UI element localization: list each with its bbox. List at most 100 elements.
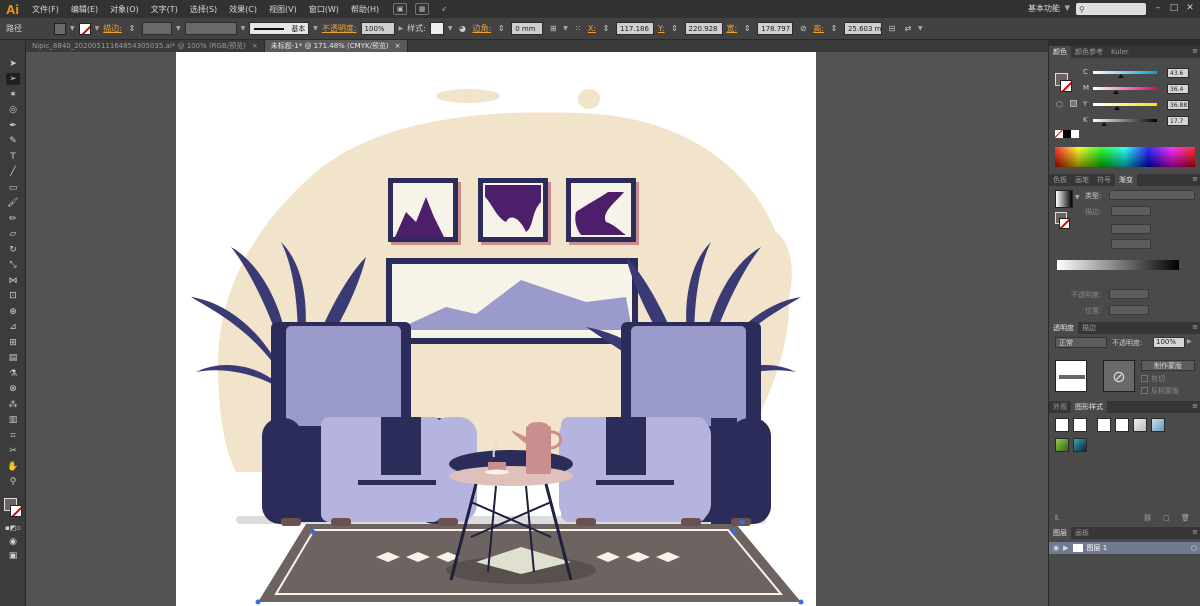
web-safe-swatch[interactable] [1070, 100, 1077, 107]
spinner-icon[interactable]: ⇕ [495, 23, 507, 35]
minimize-icon[interactable]: – [1152, 2, 1164, 14]
out-of-gamut-icon[interactable]: ⬡ [1056, 100, 1063, 109]
slider-thumb[interactable] [1113, 106, 1120, 110]
corner-label[interactable]: 边角: [472, 23, 491, 34]
graphic-style-swatch[interactable] [1115, 418, 1129, 432]
channel-value-field[interactable]: 36.4 [1167, 84, 1189, 94]
gradient-preview[interactable] [1055, 190, 1073, 208]
spinner-icon[interactable]: ⇕ [600, 23, 612, 35]
channel-value-field[interactable]: 43.6 [1167, 68, 1189, 78]
stroke-color-swatch[interactable] [1060, 80, 1072, 92]
graphic-style-swatch[interactable] [1073, 438, 1087, 452]
color-spectrum[interactable] [1055, 147, 1195, 167]
paintbrush-icon[interactable]: 🖌 [6, 197, 20, 209]
tab-kuler[interactable]: Kuler [1107, 48, 1133, 56]
tab-layers[interactable]: 图层 [1049, 527, 1071, 539]
panel-menu-icon[interactable]: ≡ [1192, 175, 1198, 183]
tab-symbols[interactable]: 符号 [1093, 175, 1115, 185]
column-graph-icon[interactable]: ▥ [6, 414, 20, 426]
isolate-icon[interactable]: ⇄ [902, 23, 914, 35]
gradient-aspect-field[interactable] [1111, 239, 1151, 249]
none-color-swatch[interactable] [1055, 130, 1063, 138]
spinner-icon[interactable]: ⇕ [126, 23, 138, 35]
variable-width-profile[interactable] [184, 22, 237, 35]
tab-gradient[interactable]: 渐变 [1115, 174, 1137, 186]
gradient-position-field[interactable] [1109, 305, 1149, 315]
chevron-right-icon[interactable]: ▶ [1063, 544, 1068, 552]
tab-brushes[interactable]: 画笔 [1071, 175, 1093, 185]
width-tool-icon[interactable]: ⋈ [6, 275, 20, 287]
y-label[interactable]: Y: [658, 24, 665, 33]
magic-wand-icon[interactable]: ✶ [6, 89, 20, 101]
chevron-down-icon[interactable]: ▼ [918, 25, 923, 32]
gradient-opacity-field[interactable] [1109, 289, 1149, 299]
close-icon[interactable]: × [252, 42, 258, 50]
chevron-right-icon[interactable]: ▶ [1187, 338, 1192, 345]
chevron-down-icon[interactable]: ▼ [176, 25, 181, 32]
mesh-icon[interactable]: ⊞ [6, 337, 20, 349]
trash-icon[interactable]: 🗑 [1181, 514, 1190, 522]
type-tool-icon[interactable]: T [6, 151, 20, 163]
y-field[interactable]: 220.928 [684, 22, 723, 35]
menu-effect[interactable]: 效果(C) [223, 4, 263, 15]
invert-mask-checkbox[interactable] [1141, 387, 1148, 394]
free-transform-icon[interactable]: ⊡ [6, 290, 20, 302]
shape-builder-icon[interactable]: ⊕ [6, 306, 20, 318]
x-field[interactable]: 117.186 [616, 22, 654, 35]
mask-thumbnail[interactable]: ⊘ [1103, 360, 1135, 392]
arrange-documents-icon[interactable]: ▦ [415, 3, 430, 15]
black-swatch[interactable] [1063, 130, 1071, 138]
perspective-grid-icon[interactable]: ⊿ [6, 321, 20, 333]
slider-thumb[interactable] [1117, 74, 1124, 78]
channel-slider[interactable] [1093, 87, 1157, 90]
search-input[interactable]: ⚲ [1076, 3, 1146, 15]
eye-icon[interactable]: ◉ [1053, 544, 1059, 552]
chevron-down-icon[interactable]: ▼ [70, 25, 75, 32]
transparency-opacity-field[interactable]: 100% [1153, 337, 1185, 348]
tab-appearance[interactable]: 外观 [1049, 402, 1071, 412]
blend-tool-icon[interactable]: ⊗ [6, 383, 20, 395]
chevron-down-icon[interactable]: ▼ [563, 25, 568, 32]
gradient-type-select[interactable] [1109, 190, 1195, 200]
graphic-style-swatch[interactable] [429, 22, 444, 35]
object-thumbnail[interactable] [1055, 360, 1087, 392]
panel-menu-icon[interactable]: ≡ [1192, 528, 1198, 536]
menu-select[interactable]: 选择(S) [184, 4, 223, 15]
direct-selection-tool-icon[interactable]: ➢ [6, 73, 20, 85]
screen-mode-icon[interactable]: ▣ [6, 550, 20, 562]
lasso-icon[interactable]: ◎ [6, 104, 20, 116]
slider-thumb[interactable] [1113, 90, 1120, 94]
spinner-icon[interactable]: ⇕ [669, 23, 681, 35]
clip-checkbox[interactable] [1141, 375, 1148, 382]
opacity-label[interactable]: 不透明度: [322, 23, 357, 34]
graphic-style-swatch[interactable] [1097, 418, 1111, 432]
menu-object[interactable]: 对象(O) [104, 4, 145, 15]
menu-edit[interactable]: 编辑(E) [65, 4, 104, 15]
layer-name[interactable]: 图层 1 [1087, 543, 1108, 553]
pen-tool-icon[interactable]: ✒ [6, 120, 20, 132]
tab-stroke[interactable]: 描边 [1078, 323, 1100, 333]
stroke-color-swatch[interactable] [10, 505, 22, 517]
corner-radius-field[interactable]: 0 mm [511, 22, 544, 35]
brush-definition-dropdown[interactable]: 基本 [249, 22, 310, 35]
menu-window[interactable]: 窗口(W) [303, 4, 345, 15]
rotate-icon[interactable]: ↻ [6, 244, 20, 256]
stroke-label[interactable]: 描边: [103, 23, 122, 34]
height-label[interactable]: 高: [813, 23, 824, 34]
fill-swatch[interactable] [54, 22, 66, 35]
tab-transparency[interactable]: 透明度 [1049, 322, 1078, 334]
stroke-weight-field[interactable] [141, 22, 172, 35]
graphic-style-swatch[interactable] [1073, 418, 1087, 432]
gpu-rocket-icon[interactable]: ➶ [437, 3, 451, 15]
zoom-tool-icon[interactable]: ⚲ [6, 476, 20, 488]
draw-mode-icon[interactable]: ◉ [6, 536, 20, 548]
graphic-style-swatch[interactable] [1151, 418, 1165, 432]
link-icon[interactable]: ⊘ [797, 23, 809, 35]
channel-value-field[interactable]: 17.7 [1167, 116, 1189, 126]
reference-point-icon[interactable]: ⁙ [572, 23, 584, 35]
align-icon[interactable]: ⊞ [547, 23, 559, 35]
tab-artboards[interactable]: 画板 [1071, 528, 1093, 538]
channel-value-field[interactable]: 36.88 [1167, 100, 1189, 110]
rectangle-tool-icon[interactable]: ▭ [6, 182, 20, 194]
target-icon[interactable]: ○ [1191, 544, 1197, 552]
